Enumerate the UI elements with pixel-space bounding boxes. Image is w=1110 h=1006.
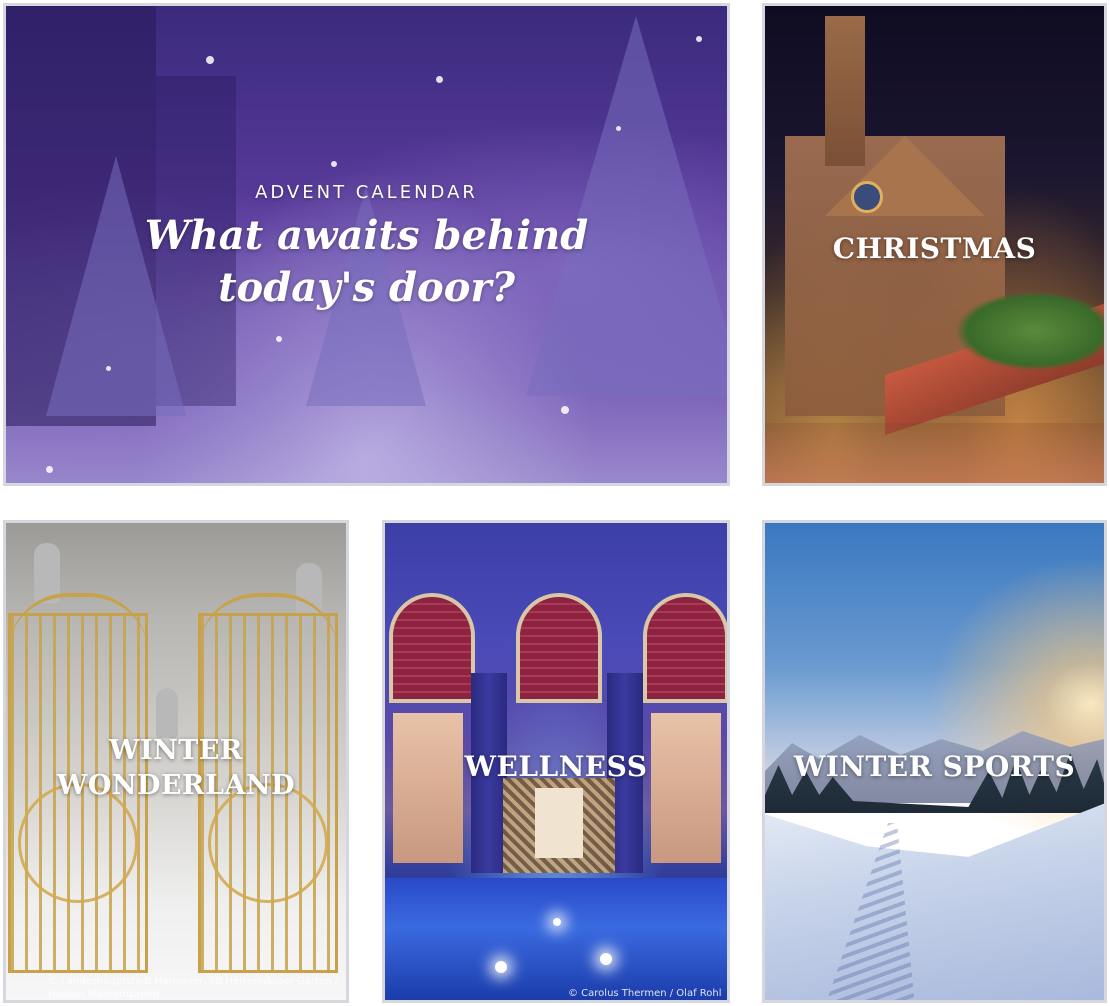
christmas-tile[interactable]: CHRISTMAS	[762, 3, 1107, 486]
snowflake	[206, 56, 214, 64]
doorway	[535, 788, 583, 858]
wellness-tile[interactable]: WELLNESS © Carolus Thermen / Olaf Rohl	[382, 520, 730, 1003]
wall-left	[393, 713, 463, 863]
christmas-label: CHRISTMAS	[832, 232, 1037, 265]
photo-credit: © Landeshauptstadt Hannover, FB Herrenhä…	[48, 975, 338, 1000]
snowflake	[331, 161, 337, 167]
snowflake	[561, 406, 569, 414]
arch-right	[643, 593, 727, 703]
advent-calendar-headline: What awaits behind today's door?	[144, 212, 589, 311]
clock-icon	[851, 181, 883, 213]
statue-center	[156, 688, 178, 738]
photo-credit-line1: © Landeshauptstadt Hannover, FB Herrenhä…	[48, 976, 338, 987]
tree-right	[526, 16, 727, 396]
fir-garland	[955, 291, 1104, 371]
winter-wonderland-label-line1: WINTER	[109, 735, 243, 766]
snowflake	[696, 36, 702, 42]
snowflake	[436, 76, 443, 83]
pool-light	[495, 961, 507, 973]
wellness-label: WELLNESS	[464, 750, 648, 783]
arch-center	[516, 593, 602, 703]
advent-calendar-kicker: ADVENT CALENDAR	[255, 182, 478, 203]
photo-credit: © Carolus Thermen / Olaf Rohl	[568, 988, 722, 999]
thermal-pool	[385, 878, 727, 1000]
snow-slope	[765, 803, 1104, 1000]
arch-left	[389, 593, 475, 703]
snowflake	[276, 336, 282, 342]
winter-sports-label: WINTER SPORTS	[793, 750, 1076, 783]
market-crowd	[765, 423, 1104, 483]
photo-credit-line2: Hassan Mahramzadeh	[48, 989, 160, 1000]
winter-wonderland-label-line2: WONDERLAND	[57, 770, 295, 801]
winter-wonderland-tile[interactable]: WINTER WONDERLAND © Landeshauptstadt Han…	[3, 520, 349, 1003]
advent-calendar-tile[interactable]: ADVENT CALENDAR What awaits behind today…	[3, 3, 730, 486]
snowflake	[106, 366, 111, 371]
winter-sports-tile[interactable]: WINTER SPORTS	[762, 520, 1107, 1003]
pool-light	[553, 918, 561, 926]
pool-light	[600, 953, 612, 965]
wall-right	[651, 713, 721, 863]
snowflake	[46, 466, 53, 473]
snowflake	[616, 126, 621, 131]
winter-wonderland-label: WINTER WONDERLAND	[6, 733, 346, 803]
church-gable	[825, 136, 985, 216]
